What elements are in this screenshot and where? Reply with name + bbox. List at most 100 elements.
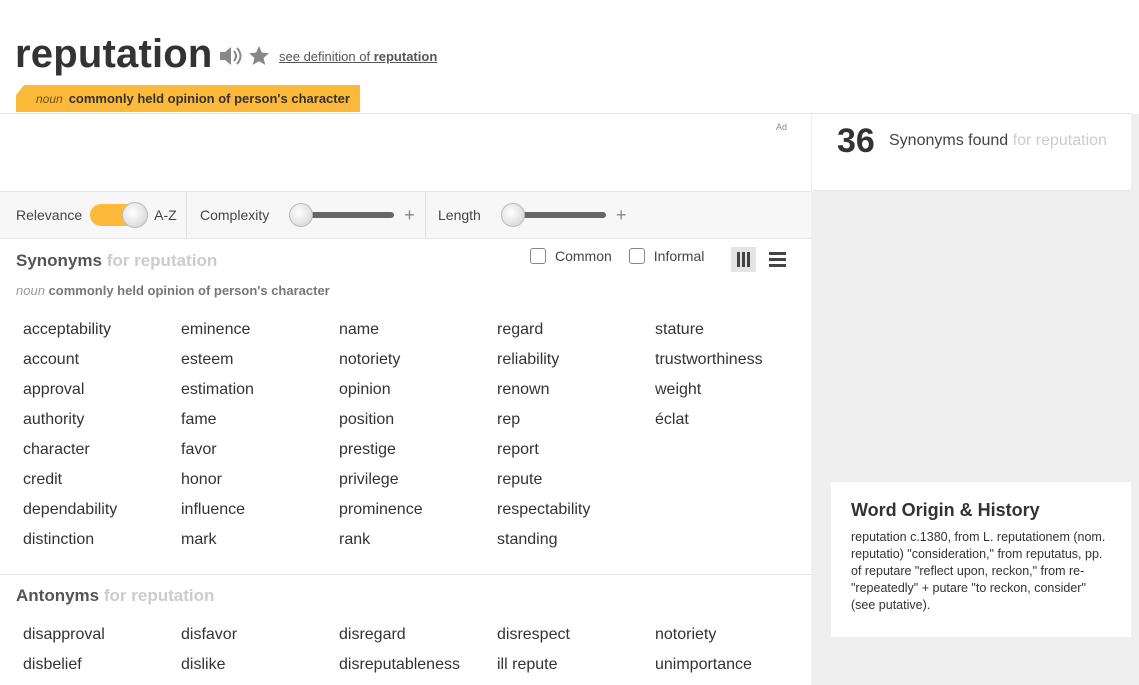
length-knob[interactable] — [500, 203, 525, 227]
synonyms-sense-definition: commonly held opinion of person's charac… — [48, 283, 330, 298]
synonyms-for-word: for reputation — [106, 251, 218, 270]
informal-label: Informal — [653, 248, 705, 264]
antonym-link[interactable]: disregard — [339, 620, 497, 650]
sort-filter: Relevance A-Z — [0, 192, 187, 238]
common-label: Common — [555, 248, 612, 264]
synonym-list: acceptability account approval authority cha… — [23, 315, 813, 555]
column-bar — [742, 252, 745, 267]
synonym-link[interactable]: dependability — [23, 495, 181, 525]
synonym-link[interactable]: standing — [497, 525, 655, 555]
word-origin-panel: Word Origin & History reputation c.1380,… — [831, 482, 1131, 637]
length-label: Length — [438, 207, 481, 223]
synonym-link[interactable]: trustworthiness — [655, 345, 813, 375]
filter-bar: Relevance A-Z Complexity + Length + — [0, 192, 811, 239]
synonym-link[interactable]: prominence — [339, 495, 497, 525]
column-bar — [747, 252, 750, 267]
synonym-link[interactable]: prestige — [339, 435, 497, 465]
count-for-word: for reputation — [1012, 132, 1107, 149]
synonym-link[interactable]: rep — [497, 405, 655, 435]
synonym-link[interactable]: esteem — [181, 345, 339, 375]
az-label: A-Z — [154, 207, 177, 223]
complexity-plus-icon[interactable]: + — [404, 205, 415, 226]
synonym-link[interactable]: honor — [181, 465, 339, 495]
column-view-icon[interactable] — [731, 247, 756, 272]
synonym-link[interactable]: reliability — [497, 345, 655, 375]
synonym-link[interactable]: rank — [339, 525, 497, 555]
synonym-link[interactable]: privilege — [339, 465, 497, 495]
list-view-icon[interactable] — [766, 247, 789, 272]
headword: reputation — [15, 32, 213, 76]
complexity-filter: Complexity + — [187, 192, 426, 238]
synonym-link[interactable]: respectability — [497, 495, 655, 525]
length-plus-icon[interactable]: + — [616, 205, 627, 226]
synonym-link[interactable]: account — [23, 345, 181, 375]
synonym-link[interactable]: favor — [181, 435, 339, 465]
synonym-link[interactable]: influence — [181, 495, 339, 525]
synonym-link[interactable]: name — [339, 315, 497, 345]
synonym-link[interactable]: estimation — [181, 375, 339, 405]
column-bar — [737, 252, 740, 267]
synonym-link[interactable]: character — [23, 435, 181, 465]
synonym-count-text: Synonyms found for reputation — [889, 132, 1107, 150]
synonym-link[interactable]: authority — [23, 405, 181, 435]
common-checkbox[interactable]: Common — [530, 248, 612, 264]
synonym-link[interactable]: position — [339, 405, 497, 435]
antonyms-title: Antonyms — [16, 586, 100, 605]
synonym-link[interactable]: regard — [497, 315, 655, 345]
antonym-link[interactable]: dislike — [181, 650, 339, 680]
antonym-link[interactable]: disreputableness — [339, 650, 497, 680]
antonym-link[interactable]: disrespect — [497, 620, 655, 650]
speaker-icon[interactable] — [218, 45, 242, 67]
synonym-count: 36 — [837, 122, 875, 160]
section-divider — [0, 574, 811, 575]
synonym-link[interactable]: distinction — [23, 525, 181, 555]
synonyms-heading: Synonyms for reputation — [16, 251, 217, 271]
antonyms-heading: Antonyms for reputation — [16, 586, 214, 606]
sort-toggle-knob[interactable] — [122, 202, 149, 228]
antonym-link[interactable]: notoriety — [655, 620, 813, 650]
antonym-link[interactable]: unimportance — [655, 650, 813, 680]
complexity-label: Complexity — [200, 207, 270, 223]
antonym-link[interactable]: disbelief — [23, 650, 181, 680]
informal-checkbox[interactable]: Informal — [628, 248, 705, 264]
antonym-link[interactable]: ill repute — [497, 650, 655, 680]
filter-checkboxes: Common Informal — [530, 248, 704, 264]
synonym-link[interactable]: opinion — [339, 375, 497, 405]
synonyms-sense-pos: noun — [16, 283, 45, 298]
complexity-knob[interactable] — [289, 203, 314, 227]
synonym-link[interactable]: credit — [23, 465, 181, 495]
synonym-link[interactable]: approval — [23, 375, 181, 405]
see-definition-link[interactable]: see definition of reputation — [279, 49, 437, 64]
see-definition-word: reputation — [373, 49, 438, 64]
count-label: Synonyms found — [889, 132, 1009, 149]
sort-toggle[interactable] — [90, 202, 149, 228]
synonym-link[interactable]: repute — [497, 465, 655, 495]
sense-definition: commonly held opinion of person's charac… — [68, 91, 350, 106]
synonym-link[interactable]: mark — [181, 525, 339, 555]
antonym-link[interactable]: disapproval — [23, 620, 181, 650]
word-origin-title: Word Origin & History — [851, 500, 1040, 520]
synonym-link[interactable]: weight — [655, 375, 813, 405]
synonym-link[interactable]: report — [497, 435, 655, 465]
synonyms-sense: noun commonly held opinion of person's c… — [16, 283, 330, 298]
synonym-link[interactable]: renown — [497, 375, 655, 405]
complexity-slider[interactable] — [289, 203, 395, 227]
ad-banner[interactable]: Ad — [0, 114, 811, 192]
common-checkbox-box[interactable] — [530, 248, 546, 264]
length-filter: Length + — [426, 192, 646, 238]
antonym-link[interactable]: disfavor — [181, 620, 339, 650]
synonym-link[interactable]: éclat — [655, 405, 813, 435]
sense-tab[interactable]: noun commonly held opinion of person's c… — [16, 85, 360, 112]
synonym-count-panel: 36 Synonyms found for reputation — [812, 114, 1131, 191]
antonyms-for-word: for reputation — [103, 586, 215, 605]
informal-checkbox-box[interactable] — [628, 248, 645, 264]
ad-label: Ad — [775, 122, 787, 132]
synonym-link[interactable]: stature — [655, 315, 813, 345]
synonym-link[interactable]: fame — [181, 405, 339, 435]
synonym-link[interactable]: acceptability — [23, 315, 181, 345]
star-icon[interactable] — [248, 45, 270, 67]
length-slider[interactable] — [500, 203, 606, 227]
list-bar — [769, 258, 786, 261]
synonym-link[interactable]: eminence — [181, 315, 339, 345]
synonym-link[interactable]: notoriety — [339, 345, 497, 375]
